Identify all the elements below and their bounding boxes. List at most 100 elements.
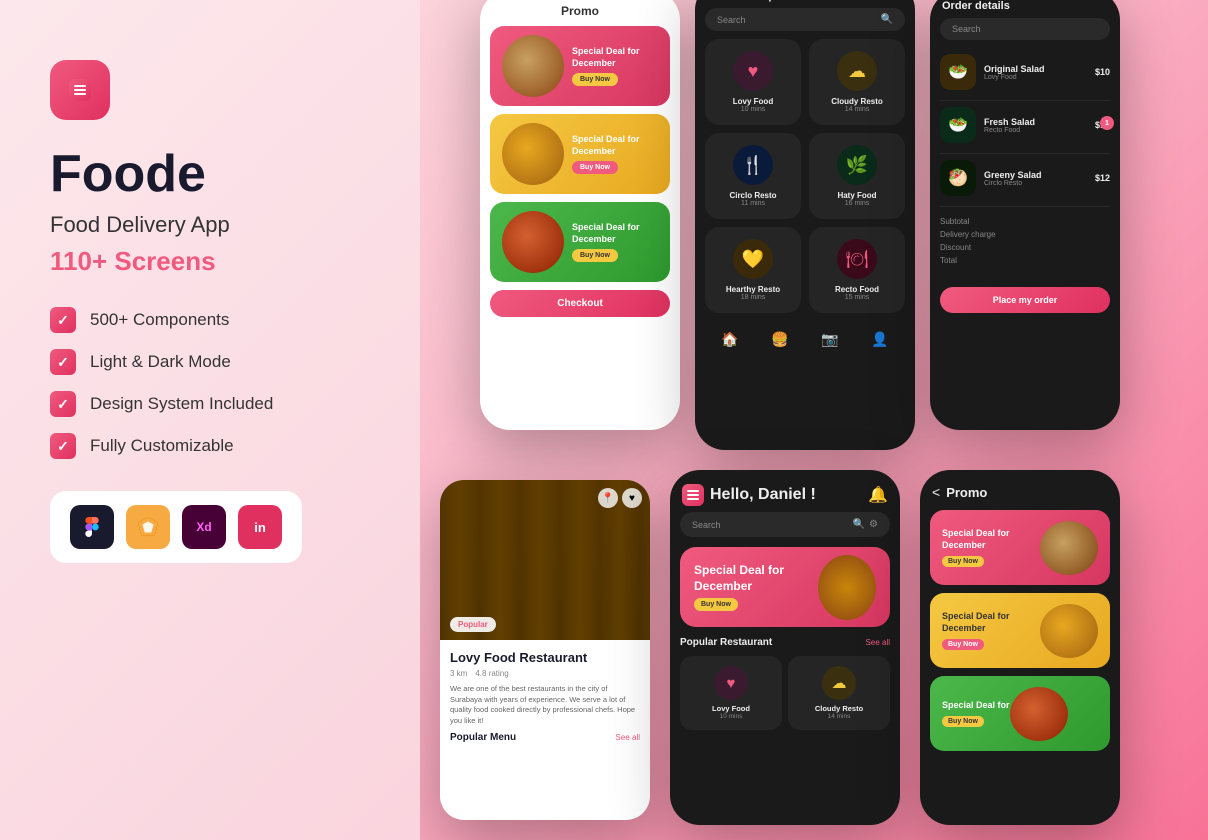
check-icon-4 [50,433,76,459]
screens-area: Promo Special Deal for December Buy Now … [420,0,1208,840]
mini-restaurant-grid: ♥ Lovy Food 10 mins ☁ Cloudy Resto 14 mi… [680,656,890,730]
recto-food-name: Recto Food [817,285,897,294]
restaurant-card-circlo[interactable]: 🍴 Circlo Resto 11 mins [705,133,801,219]
promo2-buy-btn[interactable]: Buy Now [572,161,618,174]
phone2-search-bar[interactable]: Search 🔍 [705,8,905,31]
total-row: Total [940,256,1110,265]
check-icon-1 [50,307,76,333]
promo-banner-button[interactable]: Buy Now [694,598,738,611]
lovy-mini-time: 10 mins [688,713,774,720]
greeny-salad-info: Greeny Salad Circlo Resto [984,170,1095,187]
restaurant-grid: ♥ Lovy Food 10 mins ☁ Cloudy Resto 14 mi… [695,39,915,313]
menu-hamburger-icon [69,79,91,101]
favorite-icon[interactable]: ♥ [622,488,642,508]
circlo-resto-icon: 🍴 [733,145,773,185]
subtotal-row: Subtotal [940,217,1110,226]
place-order-button[interactable]: Place my order [940,287,1110,313]
mini-card-lovy[interactable]: ♥ Lovy Food 10 mins [680,656,782,730]
phone2-header-title: Popular Restaurant [695,0,915,8]
cloudy-resto-time: 14 mins [817,106,897,113]
phone3-header-title: Order details [930,0,1120,18]
menu-icon-phone5[interactable] [682,484,704,506]
feature-item-2: Light & Dark Mode [50,349,370,375]
restaurant-card-hearthy[interactable]: 💛 Hearthy Resto 18 mins [705,227,801,313]
dark-promo-card-green: Special Deal for Buy Now [930,676,1110,751]
nav-profile-icon[interactable]: 👤 [871,331,888,348]
dark-promo3-food-image [1010,687,1068,741]
app-icon [50,60,110,120]
promo-card-green: Special Deal for December Buy Now [490,202,670,282]
greeny-salad-price: $12 [1095,173,1110,183]
rating-text: 4.8 rating [475,669,508,678]
back-arrow-icon[interactable]: < [932,484,940,500]
popular-menu-title: Popular Menu [450,732,516,743]
restaurant-card-haty[interactable]: 🌿 Haty Food 16 mins [809,133,905,219]
recto-food-icon: 🍽 [837,239,877,279]
restaurant-card-lovy[interactable]: ♥ Lovy Food 10 mins [705,39,801,125]
dark-promo3-text: Special Deal for [942,700,1010,712]
see-all-menu-link[interactable]: See all [616,733,640,742]
phone3-search-bar[interactable]: Search [940,18,1110,40]
circlo-resto-name: Circlo Resto [713,191,793,200]
cloudy-resto-icon: ☁ [837,51,877,91]
phone-order-details: Order details Search 🥗 Original Salad Lo… [930,0,1120,430]
phone2-search-icon: 🔍 [881,14,893,25]
greeny-salad-restaurant: Circlo Resto [984,180,1095,187]
cloudy-mini-time: 14 mins [796,713,882,720]
check-icon-2 [50,349,76,375]
promo-burger-image [818,555,876,620]
feature-item-1: 500+ Components [50,307,370,333]
dark-promo2-btn[interactable]: Buy Now [942,639,984,650]
original-salad-price: $10 [1095,67,1110,77]
phone-popular-restaurant: Popular Restaurant Search 🔍 ♥ Lovy Food … [695,0,915,450]
fresh-salad-info: Fresh Salad Recto Food [984,117,1095,134]
order-item-1: 🥗 Original Salad Lovy Food $10 [930,48,1120,96]
dark-promo2-text: Special Deal for December [942,611,1040,634]
app-screens-count: 110+ Screens [50,246,370,277]
hearthy-resto-name: Hearthy Resto [713,285,793,294]
dark-promo-card-red: Special Deal for December Buy Now [930,510,1110,585]
fresh-salad-restaurant: Recto Food [984,127,1095,134]
popular-badge: Popular [450,617,496,632]
section-header: Popular Restaurant See all [680,637,890,648]
greeting-text: Hello, Daniel ! [710,486,816,504]
popular-restaurant-title: Popular Restaurant [680,637,772,648]
nav-food-icon[interactable]: 🍔 [771,331,788,348]
dark-promo3-btn[interactable]: Buy Now [942,716,984,727]
order-item-3: 🥙 Greeny Salad Circlo Resto $12 [930,154,1120,202]
see-all-popular-link[interactable]: See all [866,638,890,647]
promo-card-red: Special Deal for December Buy Now [490,26,670,106]
promo1-buy-btn[interactable]: Buy Now [572,73,618,86]
bottom-nav: 🏠 🍔 📷 👤 [695,321,915,358]
recto-food-time: 15 mins [817,294,897,301]
haty-food-icon: 🌿 [837,145,877,185]
mini-card-cloudy[interactable]: ☁ Cloudy Resto 14 mins [788,656,890,730]
phone5-search-bar[interactable]: Search 🔍 ⚙ [680,512,890,537]
checkout-button[interactable]: Checkout [490,290,670,317]
lovy-food-time: 10 mins [713,106,793,113]
promo3-buy-btn[interactable]: Buy Now [572,249,618,262]
subtotal-label: Subtotal [940,217,969,226]
restaurant-detail-info: Lovy Food Restaurant 3 km 4.8 rating We … [440,640,650,753]
lovy-mini-name: Lovy Food [688,704,774,713]
quantity-badge: 1 [1100,116,1114,130]
promo1-text: Special Deal for December [572,46,658,69]
sketch-icon [126,505,170,549]
phone1-title: Promo [490,0,670,18]
discount-label: Discount [940,243,971,252]
dark-promo1-btn[interactable]: Buy Now [942,556,984,567]
filter-icon-phone5[interactable]: ⚙ [869,519,878,530]
distance-text: 3 km [450,669,467,678]
lovy-mini-icon: ♥ [714,666,748,700]
promo-banner-text: Special Deal for December [694,563,818,594]
popular-restaurant-section: Popular Restaurant See all ♥ Lovy Food 1… [670,637,900,730]
order-item-2: 🥗 Fresh Salad Recto Food $10 1 [930,101,1120,149]
nav-camera-icon[interactable]: 📷 [821,331,838,348]
restaurant-card-cloudy[interactable]: ☁ Cloudy Resto 14 mins [809,39,905,125]
restaurant-card-recto[interactable]: 🍽 Recto Food 15 mins [809,227,905,313]
notification-bell-icon[interactable]: 🔔 [868,485,888,505]
promo-banner: Special Deal for December Buy Now [680,547,890,627]
nav-home-icon[interactable]: 🏠 [721,331,738,348]
figma-icon [70,505,114,549]
phone6-header: < Promo [920,470,1120,510]
